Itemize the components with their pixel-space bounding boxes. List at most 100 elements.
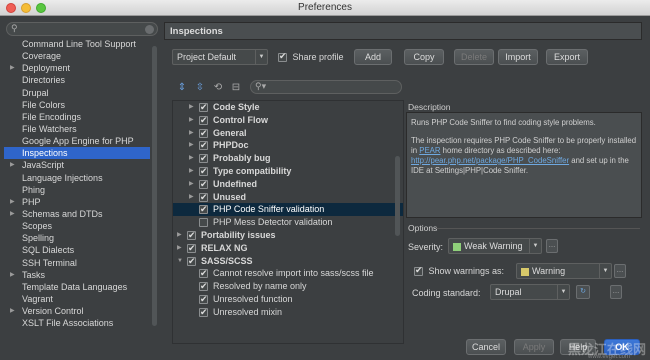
inspection-row[interactable]: ▶ PHPDoc	[173, 139, 403, 152]
profile-select[interactable]: Project Default ▼	[172, 49, 268, 65]
sidebar-item[interactable]: Schemas and DTDs	[4, 208, 150, 220]
inspection-checkbox[interactable]	[187, 255, 196, 267]
show-warnings-checkbox[interactable]: Show warnings as:	[414, 265, 504, 277]
collapsed-arrow-icon[interactable]: ▶	[189, 114, 194, 127]
sidebar-item[interactable]: Spelling	[4, 232, 150, 244]
sidebar-item[interactable]: SQL Dialects	[4, 244, 150, 256]
coding-standard-select[interactable]: Drupal ▼	[490, 284, 570, 300]
inspection-row[interactable]: PHP Mess Detector validation	[173, 216, 403, 229]
inspection-checkbox[interactable]	[199, 280, 208, 293]
coding-standard-edit-button[interactable]: …	[610, 285, 622, 299]
inspection-checkbox[interactable]	[199, 178, 208, 191]
settings-search-input[interactable]: ⚲	[6, 22, 158, 36]
inspection-checkbox[interactable]	[199, 114, 208, 127]
sidebar-item[interactable]: Vagrant	[4, 293, 150, 305]
warnings-select[interactable]: Warning ▼	[516, 263, 612, 279]
sidebar-item[interactable]: JavaScript	[4, 159, 150, 171]
collapsed-arrow-icon[interactable]: ▶	[177, 229, 182, 242]
inspection-row[interactable]: ▶ RELAX NG	[173, 242, 403, 255]
warnings-edit-button[interactable]: …	[614, 264, 626, 278]
inspection-row[interactable]: ▶ Undefined	[173, 178, 403, 191]
severity-edit-button[interactable]: …	[546, 239, 558, 253]
reset-icon[interactable]: ⟲	[212, 82, 224, 94]
expanded-arrow-icon[interactable]: ▼	[177, 255, 183, 268]
copy-button[interactable]: Copy	[404, 49, 444, 65]
inspection-checkbox[interactable]	[199, 267, 208, 280]
add-button[interactable]: Add	[354, 49, 392, 65]
inspection-checkbox[interactable]	[199, 127, 208, 139]
inspection-checkbox[interactable]	[199, 306, 208, 319]
inspection-search-input[interactable]: ⚲▾	[250, 80, 402, 94]
expand-all-icon[interactable]: ⇕	[176, 82, 188, 94]
inspection-row[interactable]: ▼ SASS/SCSS	[173, 255, 403, 268]
inspection-row[interactable]: Unresolved mixin	[173, 306, 403, 319]
inspection-checkbox[interactable]	[199, 139, 208, 152]
sidebar-scrollbar[interactable]	[152, 46, 157, 326]
sidebar-item[interactable]: Google App Engine for PHP	[4, 135, 150, 147]
sidebar-item[interactable]: Version Control	[4, 305, 150, 317]
inspection-checkbox[interactable]	[199, 191, 208, 203]
refresh-icon[interactable]: ↻	[576, 285, 590, 299]
apply-button[interactable]: Apply	[514, 339, 554, 355]
inspection-row[interactable]: ▶ Code Style	[173, 101, 403, 114]
inspection-row[interactable]: Resolved by name only	[173, 280, 403, 293]
inspection-checkbox[interactable]	[199, 101, 208, 114]
sidebar-item[interactable]: Scopes	[4, 220, 150, 232]
inspection-row[interactable]: ▶ Probably bug	[173, 152, 403, 165]
sidebar-item[interactable]: File Colors	[4, 99, 150, 111]
filter-icon[interactable]: ⊟	[230, 82, 242, 94]
inspection-checkbox[interactable]	[199, 203, 208, 216]
severity-select[interactable]: Weak Warning ▼	[448, 238, 542, 254]
clear-search-icon[interactable]	[145, 25, 154, 34]
sidebar-item[interactable]: Tasks	[4, 269, 150, 281]
sidebar-item[interactable]: Template Data Languages	[4, 281, 150, 293]
inspection-checkbox[interactable]	[199, 152, 208, 165]
sidebar-item[interactable]: Drupal	[4, 87, 150, 99]
collapsed-arrow-icon[interactable]: ▶	[189, 101, 194, 114]
inspection-row[interactable]: ▶ Type compatibility	[173, 165, 403, 178]
options-divider	[436, 228, 640, 229]
sidebar-item[interactable]: SSH Terminal	[4, 257, 150, 269]
inspection-row[interactable]: PHP Code Sniffer validation	[173, 203, 403, 216]
delete-button[interactable]: Delete	[454, 49, 494, 65]
inspection-tree-scrollbar[interactable]	[395, 156, 400, 236]
cancel-button[interactable]: Cancel	[466, 339, 506, 355]
collapsed-arrow-icon[interactable]: ▶	[189, 127, 194, 140]
coding-standard-value: Drupal	[495, 287, 522, 297]
collapsed-arrow-icon[interactable]: ▶	[189, 152, 194, 165]
sidebar-item[interactable]: File Watchers	[4, 123, 150, 135]
import-button[interactable]: Import	[498, 49, 538, 65]
codesniffer-link[interactable]: http://pear.php.net/package/PHP_CodeSnif…	[411, 156, 569, 165]
inspection-checkbox[interactable]	[187, 242, 196, 255]
inspection-checkbox[interactable]	[199, 293, 208, 306]
export-button[interactable]: Export	[546, 49, 588, 65]
sidebar-item[interactable]: Inspections	[4, 147, 150, 160]
sidebar-item[interactable]: PHP	[4, 196, 150, 208]
collapsed-arrow-icon[interactable]: ▶	[189, 178, 194, 191]
inspection-checkbox[interactable]	[199, 218, 208, 228]
sidebar-item[interactable]: Phing	[4, 184, 150, 196]
inspection-row[interactable]: ▶ Control Flow	[173, 114, 403, 127]
collapsed-arrow-icon[interactable]: ▶	[189, 191, 194, 204]
inspection-row[interactable]: ▶ Unused	[173, 191, 403, 204]
sidebar-item[interactable]: Directories	[4, 74, 150, 86]
collapsed-arrow-icon[interactable]: ▶	[189, 165, 194, 178]
sidebar-item[interactable]: XSLT File Associations	[4, 317, 150, 329]
collapse-all-icon[interactable]: ⇳	[194, 82, 206, 94]
sidebar-item[interactable]: File Encodings	[4, 111, 150, 123]
severity-label: Severity:	[408, 242, 444, 252]
inspection-checkbox[interactable]	[199, 165, 208, 178]
share-profile-checkbox[interactable]: Share profile	[278, 51, 344, 63]
sidebar-item[interactable]: Command Line Tool Support	[4, 38, 150, 50]
inspection-checkbox[interactable]	[187, 229, 196, 242]
collapsed-arrow-icon[interactable]: ▶	[189, 139, 194, 152]
sidebar-item[interactable]: Deployment	[4, 62, 150, 74]
inspection-row[interactable]: Unresolved function	[173, 293, 403, 306]
inspection-row[interactable]: ▶ General	[173, 127, 403, 140]
inspection-row[interactable]: ▶ Portability issues	[173, 229, 403, 242]
collapsed-arrow-icon[interactable]: ▶	[177, 242, 182, 255]
inspection-row[interactable]: Cannot resolve import into sass/scss fil…	[173, 267, 403, 280]
sidebar-item[interactable]: Coverage	[4, 50, 150, 62]
pear-link[interactable]: PEAR	[419, 146, 440, 155]
sidebar-item[interactable]: Language Injections	[4, 172, 150, 184]
